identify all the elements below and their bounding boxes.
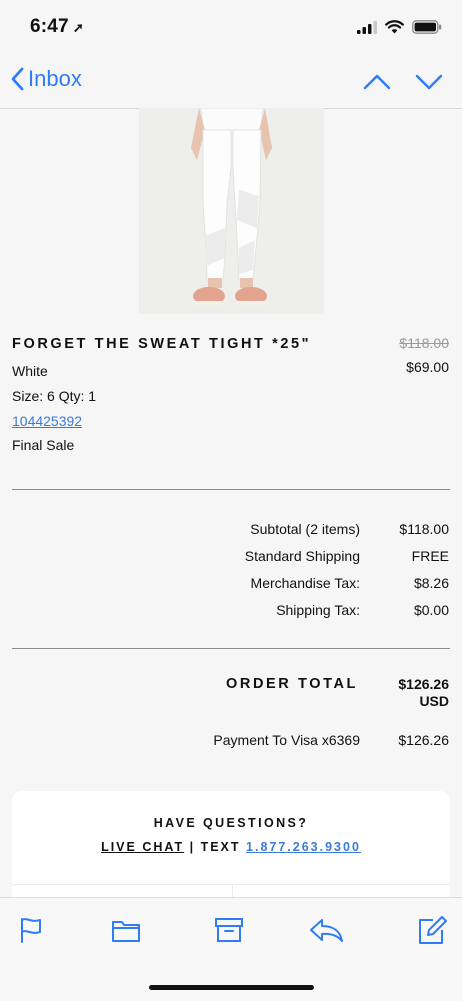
payment-value: $126.26	[398, 732, 449, 748]
status-bar: 6:47 ➚	[0, 0, 462, 56]
location-icon: ➚	[72, 20, 84, 35]
wifi-icon	[385, 20, 404, 34]
archive-icon[interactable]	[214, 916, 244, 944]
signal-icon	[357, 20, 377, 34]
status-icons	[357, 20, 442, 34]
merchandise-tax-value: $8.26	[413, 575, 449, 591]
phone-link[interactable]: 1.877.263.9300	[246, 840, 361, 854]
original-price: $118.00	[399, 335, 449, 351]
battery-icon	[412, 20, 442, 34]
folder-icon[interactable]	[111, 916, 141, 944]
flag-icon[interactable]	[18, 916, 44, 944]
chevron-left-icon	[11, 67, 24, 91]
sale-price: $69.00	[406, 359, 449, 375]
product-name: FORGET THE SWEAT TIGHT *25"	[12, 336, 312, 352]
clock: 6:47 ➚	[30, 16, 84, 38]
shipping-tax-value: $0.00	[413, 602, 449, 618]
order-total-label: ORDER TOTAL	[226, 676, 358, 692]
order-total-currency: USD	[419, 693, 449, 709]
order-total-amount: $126.26	[398, 676, 449, 692]
help-title: HAVE QUESTIONS?	[153, 816, 309, 830]
divider	[12, 489, 450, 490]
order-total-value: $126.26 USD	[398, 676, 449, 710]
help-contact-line: LIVE CHAT | TEXT 1.877.263.9300	[12, 840, 450, 854]
merchandise-tax-label: Merchandise Tax:	[250, 575, 360, 591]
back-label: Inbox	[28, 66, 82, 91]
back-to-inbox-button[interactable]: Inbox	[10, 66, 82, 92]
subtotal-value: $118.00	[399, 521, 449, 537]
shipping-tax-label: Shipping Tax:	[276, 602, 360, 618]
product-image	[139, 108, 324, 314]
divider	[12, 648, 450, 649]
clock-text: 6:47	[30, 16, 69, 37]
mail-nav-bar: Inbox	[0, 56, 462, 109]
product-color: White	[12, 363, 48, 379]
card-divider	[12, 884, 450, 885]
payment-label: Payment To Visa x6369	[213, 732, 360, 748]
product-size-qty: Size: 6 Qty: 1	[12, 388, 97, 404]
compose-icon[interactable]	[417, 916, 447, 946]
reply-icon[interactable]	[308, 916, 344, 944]
home-indicator[interactable]	[149, 985, 314, 990]
shipping-value: FREE	[411, 548, 449, 564]
subtotal-label: Subtotal (2 items)	[250, 521, 360, 537]
live-chat-link[interactable]: LIVE CHAT	[101, 840, 184, 854]
final-sale-note: Final Sale	[12, 437, 75, 453]
next-message-button[interactable]	[414, 68, 444, 94]
contact-separator: | TEXT	[189, 840, 241, 854]
product-sku-link[interactable]: 104425392	[12, 413, 82, 429]
previous-message-button[interactable]	[362, 68, 392, 94]
shipping-label: Standard Shipping	[244, 548, 360, 564]
